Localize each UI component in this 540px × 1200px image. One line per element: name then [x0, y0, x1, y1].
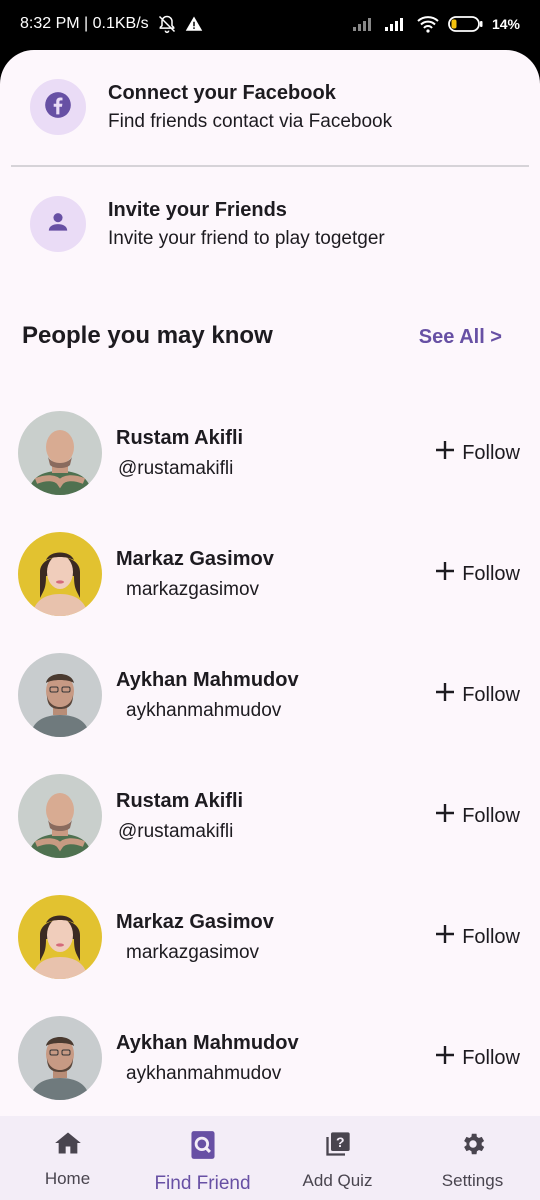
wifi-icon [416, 15, 440, 33]
follow-button[interactable]: Follow [428, 433, 520, 473]
person-handle: aykhanmahmudov [126, 1062, 282, 1084]
facebook-icon-circle [30, 79, 86, 135]
avatar[interactable] [18, 411, 102, 495]
person-row: Rustam Akifli @rustamakifli Follow [18, 773, 522, 859]
warning-icon [185, 15, 203, 33]
quiz-icon: ? [324, 1130, 352, 1163]
status-bar: 8:32 PM | 0.1KB/s 14% [0, 0, 540, 54]
person-row: Markaz Gasimov markazgasimov Follow [18, 531, 522, 617]
person-icon-circle [30, 196, 86, 252]
follow-label: Follow [462, 562, 520, 585]
option-subtitle: Invite your friend to play togetger [108, 227, 385, 249]
nav-label: Find Friend [154, 1173, 251, 1194]
facebook-icon [44, 91, 72, 124]
bell-off-icon [157, 14, 177, 34]
avatar[interactable] [18, 774, 102, 858]
follow-button[interactable]: Follow [428, 917, 520, 957]
follow-button[interactable]: Follow [428, 796, 520, 836]
plus-icon [434, 1044, 456, 1072]
status-left: 8:32 PM | 0.1KB/s [20, 14, 203, 34]
person-info: Markaz Gasimov markazgasimov [116, 548, 428, 601]
connect-facebook-text: Connect your Facebook Find friends conta… [108, 82, 392, 133]
main-content: Connect your Facebook Find friends conta… [0, 50, 540, 1116]
connect-facebook-option[interactable]: Connect your Facebook Find friends conta… [30, 77, 520, 137]
status-time-speed: 8:32 PM | 0.1KB/s [20, 15, 149, 32]
people-section-title: People you may know [22, 322, 273, 349]
person-row: Aykhan Mahmudov aykhanmahmudov Follow [18, 1015, 522, 1101]
nav-home[interactable]: Home [0, 1116, 135, 1200]
divider [11, 165, 529, 167]
person-name: Aykhan Mahmudov [116, 668, 299, 691]
signal-weak-icon [352, 16, 376, 32]
person-handle: markazgasimov [126, 941, 260, 963]
follow-label: Follow [462, 804, 520, 827]
find-friend-icon [190, 1130, 216, 1165]
person-name: Markaz Gasimov [116, 547, 274, 570]
option-subtitle: Find friends contact via Facebook [108, 110, 393, 132]
person-info: Rustam Akifli @rustamakifli [116, 427, 428, 480]
nav-find-friend[interactable]: Find Friend [135, 1116, 270, 1200]
follow-button[interactable]: Follow [428, 675, 520, 715]
nav-label: Add Quiz [302, 1171, 373, 1190]
avatar[interactable] [18, 1016, 102, 1100]
option-title: Connect your Facebook [108, 81, 336, 104]
nav-label: Home [44, 1169, 91, 1188]
person-row: Rustam Akifli @rustamakifli Follow [18, 410, 522, 496]
person-handle: aykhanmahmudov [126, 699, 282, 721]
follow-button[interactable]: Follow [428, 1038, 520, 1078]
person-info: Rustam Akifli @rustamakifli [116, 790, 428, 843]
option-title: Invite your Friends [108, 198, 287, 221]
follow-label: Follow [462, 683, 520, 706]
person-icon [45, 209, 71, 240]
home-icon [54, 1130, 82, 1161]
person-row: Aykhan Mahmudov aykhanmahmudov Follow [18, 652, 522, 738]
battery-icon [448, 15, 484, 33]
status-right: 14% [352, 15, 520, 33]
see-all-link[interactable]: See All > [419, 326, 502, 349]
person-handle: @rustamakifli [118, 457, 234, 479]
follow-button[interactable]: Follow [428, 554, 520, 594]
nav-label: Settings [441, 1171, 504, 1190]
person-info: Aykhan Mahmudov aykhanmahmudov [116, 1032, 428, 1085]
person-info: Aykhan Mahmudov aykhanmahmudov [116, 669, 428, 722]
battery-percent: 14% [491, 16, 520, 32]
nav-settings[interactable]: Settings [405, 1116, 540, 1200]
invite-friends-option[interactable]: Invite your Friends Invite your friend t… [30, 194, 520, 254]
plus-icon [434, 923, 456, 951]
plus-icon [434, 681, 456, 709]
follow-label: Follow [462, 1046, 520, 1069]
svg-text:?: ? [336, 1134, 345, 1150]
person-name: Rustam Akifli [116, 426, 244, 449]
plus-icon [434, 802, 456, 830]
avatar[interactable] [18, 653, 102, 737]
person-name: Aykhan Mahmudov [116, 1031, 299, 1054]
gear-icon [459, 1130, 487, 1163]
nav-add-quiz[interactable]: ? Add Quiz [270, 1116, 405, 1200]
person-info: Markaz Gasimov markazgasimov [116, 911, 428, 964]
person-handle: markazgasimov [126, 578, 260, 600]
follow-label: Follow [462, 925, 520, 948]
person-row: Markaz Gasimov markazgasimov Follow [18, 894, 522, 980]
signal-icon [384, 16, 408, 32]
person-name: Markaz Gasimov [116, 910, 274, 933]
avatar[interactable] [18, 532, 102, 616]
person-handle: @rustamakifli [118, 820, 234, 842]
plus-icon [434, 560, 456, 588]
app-screen: 8:32 PM | 0.1KB/s 14% Connect your Faceb… [0, 0, 540, 1200]
plus-icon [434, 439, 456, 467]
bottom-navigation: Home Find Friend ? Add Quiz Settings [0, 1116, 540, 1200]
invite-friends-text: Invite your Friends Invite your friend t… [108, 199, 385, 250]
person-name: Rustam Akifli [116, 789, 244, 812]
follow-label: Follow [462, 441, 520, 464]
avatar[interactable] [18, 895, 102, 979]
